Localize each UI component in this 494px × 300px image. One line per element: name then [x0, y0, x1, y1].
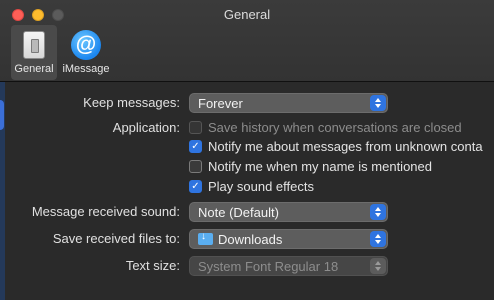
- keep-messages-label: Keep messages:: [83, 95, 180, 110]
- popup-arrows-icon: [370, 204, 386, 220]
- play-sounds-checkbox[interactable]: [189, 180, 202, 193]
- tab-general[interactable]: General: [11, 25, 57, 80]
- save-history-checkbox[interactable]: [189, 121, 202, 134]
- switch-icon: [23, 30, 45, 59]
- play-sounds-text: Play sound effects: [208, 179, 314, 194]
- message-sound-popup[interactable]: Note (Default): [189, 202, 388, 222]
- message-sound-label: Message received sound:: [31, 204, 180, 219]
- save-files-popup[interactable]: Downloads: [189, 229, 388, 249]
- notify-mention-checkbox-row[interactable]: Notify me when my name is mentioned: [189, 159, 432, 174]
- titlebar: General General @ iMessage: [0, 0, 494, 82]
- notify-mention-checkbox[interactable]: [189, 160, 202, 173]
- popup-arrows-icon: [370, 231, 386, 247]
- notify-unknown-text: Notify me about messages from unknown co…: [208, 139, 483, 154]
- popup-arrows-icon: [370, 258, 386, 274]
- save-files-value: Downloads: [218, 231, 283, 247]
- preferences-window: General General @ iMessage Keep messages…: [0, 0, 494, 300]
- popup-arrows-icon: [370, 95, 386, 111]
- save-history-checkbox-row[interactable]: Save history when conversations are clos…: [189, 120, 462, 135]
- text-size-value: System Font Regular 18: [198, 258, 339, 274]
- play-sounds-checkbox-row[interactable]: Play sound effects: [189, 179, 314, 194]
- keep-messages-value: Forever: [198, 95, 243, 111]
- background-window-edge: [0, 82, 5, 300]
- text-size-popup[interactable]: System Font Regular 18: [189, 256, 388, 276]
- save-history-text: Save history when conversations are clos…: [208, 120, 462, 135]
- background-highlight: [0, 100, 4, 130]
- downloads-folder-icon: [198, 231, 213, 245]
- tab-imessage-label: iMessage: [62, 63, 110, 75]
- window-title: General: [223, 7, 271, 22]
- notify-unknown-checkbox-row[interactable]: Notify me about messages from unknown co…: [189, 139, 483, 154]
- tab-imessage[interactable]: @ iMessage: [60, 25, 112, 80]
- at-sign-icon: @: [71, 29, 101, 60]
- message-sound-value: Note (Default): [198, 204, 279, 220]
- save-files-label: Save received files to:: [52, 231, 180, 246]
- notify-mention-text: Notify me when my name is mentioned: [208, 159, 432, 174]
- keep-messages-popup[interactable]: Forever: [189, 93, 388, 113]
- tab-general-label: General: [14, 63, 54, 75]
- application-label: Application:: [112, 120, 180, 135]
- notify-unknown-checkbox[interactable]: [189, 140, 202, 153]
- text-size-label: Text size:: [125, 258, 180, 273]
